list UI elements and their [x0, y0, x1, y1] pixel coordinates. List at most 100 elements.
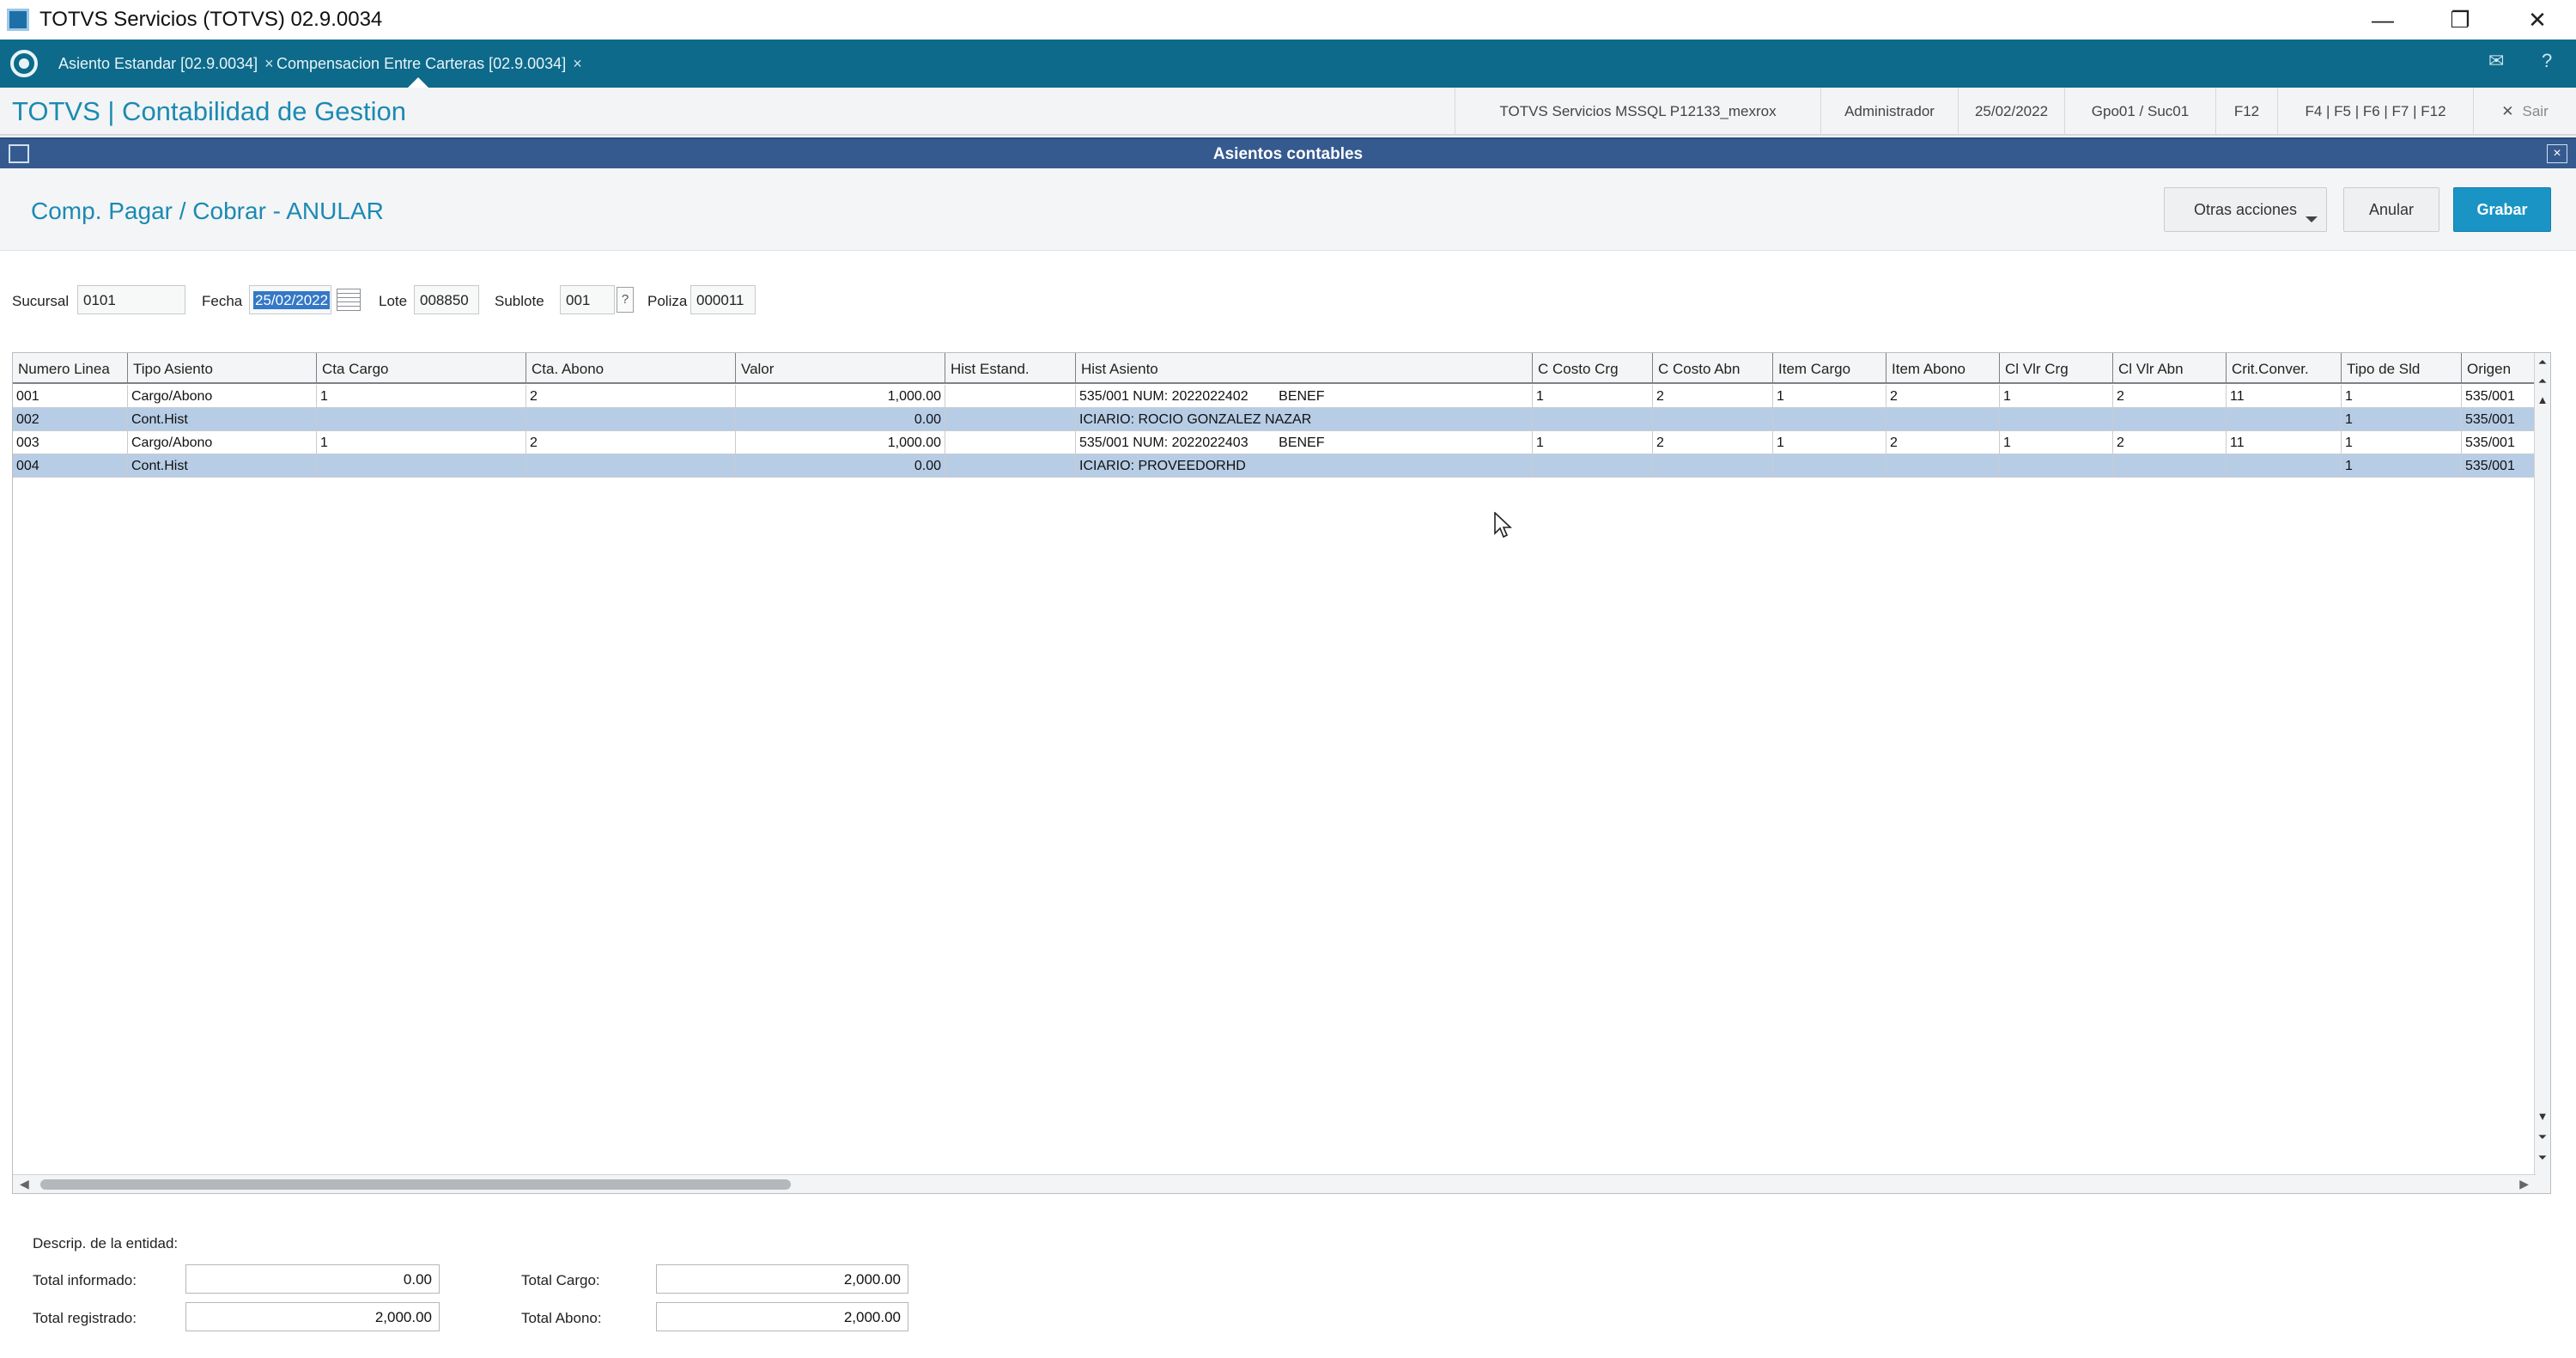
exit-button[interactable]: ✕ Sair [2473, 88, 2576, 136]
table-cell[interactable] [2227, 454, 2342, 478]
tab-close-icon[interactable]: × [573, 55, 582, 73]
table-cell[interactable] [2000, 408, 2113, 431]
table-cell[interactable] [1533, 408, 1653, 431]
f12-shortcut[interactable]: F12 [2215, 88, 2277, 136]
table-cell[interactable] [1886, 454, 2000, 478]
fecha-field[interactable]: 25/02/2022 [249, 285, 331, 314]
table-cell[interactable] [2227, 408, 2342, 431]
table-cell[interactable]: 1 [1533, 385, 1653, 408]
table-cell[interactable] [317, 454, 526, 478]
column-header[interactable]: Hist Asiento [1076, 353, 1533, 384]
table-cell[interactable] [945, 408, 1076, 431]
table-cell[interactable]: ICIARIO: ROCIO GONZALEZ NAZAR [1076, 408, 1533, 431]
table-cell[interactable]: 535/001 NUM: 2022022403 BENEF [1076, 431, 1533, 454]
close-window-button[interactable]: ✕ [2499, 0, 2576, 40]
table-cell[interactable] [317, 408, 526, 431]
table-cell[interactable]: 002 [13, 408, 128, 431]
table-cell[interactable]: 001 [13, 385, 128, 408]
scroll-down-icon[interactable]: ▼ [2537, 1109, 2549, 1124]
table-cell[interactable]: 2 [1886, 385, 2000, 408]
table-cell[interactable] [945, 431, 1076, 454]
table-cell[interactable] [1773, 408, 1886, 431]
scrollbar-thumb[interactable] [40, 1179, 791, 1190]
table-cell[interactable]: 1 [317, 385, 526, 408]
entries-grid[interactable]: Numero Linea Tipo Asiento Cta Cargo Cta. Ab… [12, 352, 2551, 1194]
column-header[interactable]: C Costo Crg [1533, 353, 1653, 384]
tab-close-icon[interactable]: × [264, 55, 274, 73]
table-cell[interactable]: 003 [13, 431, 128, 454]
scroll-right-icon[interactable]: ▶ [2519, 1177, 2529, 1191]
table-cell[interactable] [1653, 454, 1773, 478]
poliza-field[interactable]: 000011 [690, 285, 756, 314]
table-cell[interactable]: 1,000.00 [736, 431, 945, 454]
table-row[interactable]: 004 Cont.Hist 0.00 ICIARIO: PROVEEDORHD 1 535… [13, 454, 2536, 478]
table-cell[interactable]: 1 [2342, 454, 2462, 478]
total-cargo-field[interactable]: 2,000.00 [656, 1264, 908, 1294]
table-cell[interactable]: Cargo/Abono [128, 431, 317, 454]
table-cell[interactable]: 2 [2113, 431, 2227, 454]
column-header[interactable]: Crit.Conver. [2227, 353, 2342, 384]
column-header[interactable]: Cl Vlr Abn [2113, 353, 2227, 384]
table-cell[interactable]: 0.00 [736, 408, 945, 431]
table-cell[interactable]: 1 [2342, 431, 2462, 454]
mail-icon[interactable]: ✉ [2488, 50, 2504, 72]
table-cell[interactable]: 535/001 [2462, 408, 2536, 431]
table-cell[interactable]: 535/001 [2462, 454, 2536, 478]
scroll-bottom-icon[interactable]: ⏷ [2537, 1150, 2549, 1166]
column-header[interactable]: Tipo de Sld [2342, 353, 2462, 384]
column-header[interactable]: Valor [736, 353, 945, 384]
column-header[interactable]: Cta Cargo [317, 353, 526, 384]
table-cell[interactable]: ICIARIO: PROVEEDORHD [1076, 454, 1533, 478]
dialog-close-button[interactable]: × [2547, 144, 2567, 163]
sublote-field[interactable]: 001 [560, 285, 615, 314]
table-cell[interactable]: Cargo/Abono [128, 385, 317, 408]
function-keys[interactable]: F4 | F5 | F6 | F7 | F12 [2277, 88, 2473, 136]
table-cell[interactable] [1773, 454, 1886, 478]
table-cell[interactable] [945, 454, 1076, 478]
table-cell[interactable]: 11 [2227, 385, 2342, 408]
table-cell[interactable]: 2 [1653, 385, 1773, 408]
table-cell[interactable]: Cont.Hist [128, 454, 317, 478]
help-icon[interactable]: ? [2542, 50, 2552, 72]
column-header[interactable]: Item Cargo [1773, 353, 1886, 384]
table-cell[interactable]: 2 [1653, 431, 1773, 454]
table-cell[interactable]: Cont.Hist [128, 408, 317, 431]
table-cell[interactable] [1653, 408, 1773, 431]
table-cell[interactable] [526, 408, 736, 431]
vertical-scrollbar[interactable]: ⏶ ⏶ ▲ ▼ ⏷ ⏷ [2534, 353, 2550, 1193]
table-cell[interactable]: 535/001 [2462, 385, 2536, 408]
horizontal-scrollbar[interactable]: ◀ ▶ [13, 1174, 2536, 1193]
total-registrado-field[interactable]: 2,000.00 [185, 1302, 440, 1331]
totvs-logo-icon[interactable] [10, 50, 38, 77]
table-cell[interactable]: 0.00 [736, 454, 945, 478]
branch-info[interactable]: Gpo01 / Suc01 [2064, 88, 2215, 136]
table-cell[interactable]: 004 [13, 454, 128, 478]
date-info[interactable]: 25/02/2022 [1958, 88, 2064, 136]
table-row[interactable]: 003 Cargo/Abono 1 2 1,000.00 535/001 NUM: 202… [13, 431, 2536, 454]
table-cell[interactable]: 2 [2113, 385, 2227, 408]
scroll-up-icon[interactable]: ▲ [2537, 393, 2549, 408]
column-header[interactable]: Item Abono [1886, 353, 2000, 384]
table-cell[interactable]: 1 [2342, 385, 2462, 408]
minimize-button[interactable]: — [2344, 0, 2421, 40]
column-header[interactable]: C Costo Abn [1653, 353, 1773, 384]
total-abono-field[interactable]: 2,000.00 [656, 1302, 908, 1331]
table-cell[interactable]: 535/001 [2462, 431, 2536, 454]
other-actions-button[interactable]: Otras acciones [2164, 187, 2327, 232]
sucursal-field[interactable]: 0101 [77, 285, 185, 314]
table-cell[interactable] [526, 454, 736, 478]
column-header[interactable]: Cl Vlr Crg [2000, 353, 2113, 384]
table-cell[interactable]: 1 [1773, 385, 1886, 408]
table-cell[interactable]: 1,000.00 [736, 385, 945, 408]
table-cell[interactable] [1533, 454, 1653, 478]
sublote-lookup-button[interactable]: ? [617, 287, 634, 313]
user-info[interactable]: Administrador [1820, 88, 1958, 136]
column-header[interactable]: Hist Estand. [945, 353, 1076, 384]
table-cell[interactable]: 1 [1773, 431, 1886, 454]
save-button[interactable]: Grabar [2453, 187, 2551, 232]
table-cell[interactable] [1886, 408, 2000, 431]
scroll-page-up-icon[interactable]: ⏶ [2537, 374, 2549, 389]
scroll-left-icon[interactable]: ◀ [20, 1177, 29, 1191]
table-cell[interactable] [2113, 408, 2227, 431]
column-header[interactable]: Numero Linea [13, 353, 128, 384]
